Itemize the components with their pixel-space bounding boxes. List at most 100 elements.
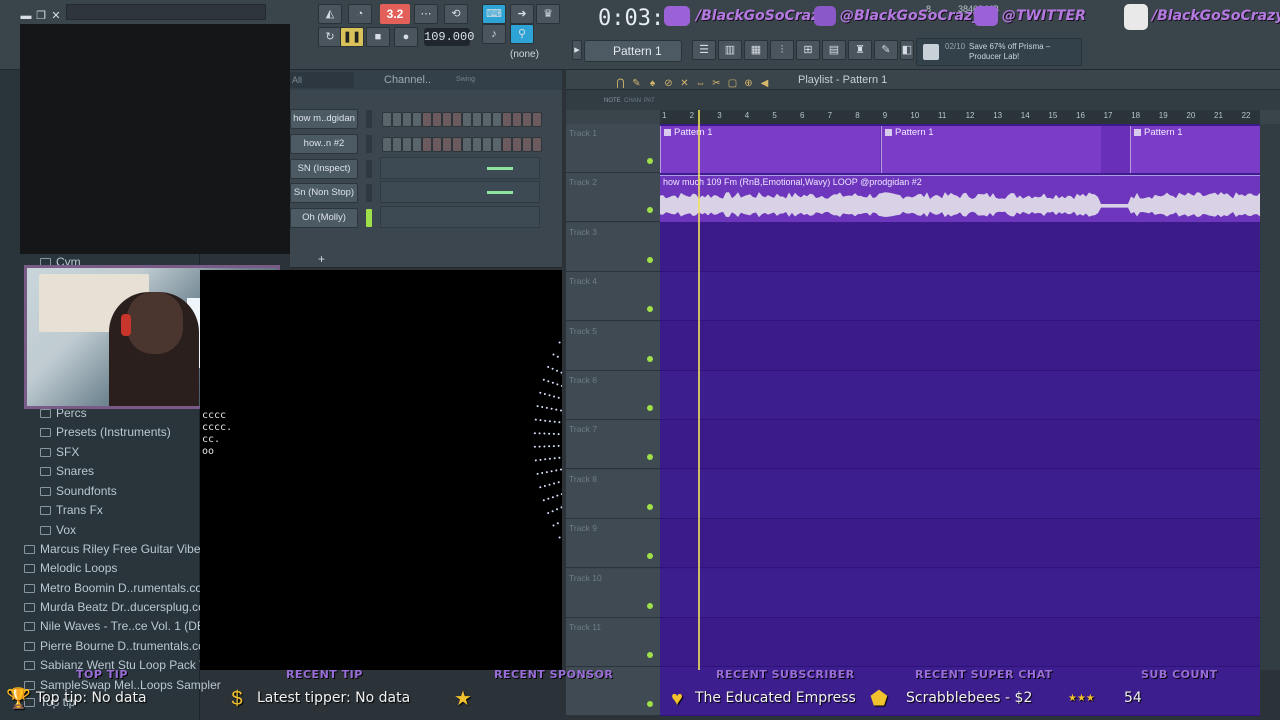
step-button[interactable] bbox=[442, 112, 452, 127]
track-header[interactable]: Track 2 bbox=[566, 173, 660, 223]
step-button[interactable] bbox=[422, 137, 432, 152]
step-button[interactable] bbox=[382, 137, 392, 152]
news-panel[interactable]: 02/10 Save 67% off Prisma – Producer Lab… bbox=[916, 38, 1082, 66]
track-lane[interactable] bbox=[660, 322, 1260, 371]
track-mute-led[interactable] bbox=[647, 602, 653, 609]
browser-item[interactable]: Murda Beatz Dr..ducersplug.com) bbox=[24, 600, 219, 618]
browser-item[interactable]: Trans Fx bbox=[40, 503, 103, 521]
step-button[interactable] bbox=[412, 137, 422, 152]
minimize-icon[interactable]: ▬ bbox=[20, 10, 32, 22]
track-lane[interactable] bbox=[660, 568, 1260, 618]
paint-icon[interactable]: ♠ bbox=[646, 77, 659, 90]
pattern-picker[interactable]: Pattern 1 bbox=[584, 40, 682, 62]
step-button[interactable] bbox=[392, 137, 402, 152]
zoom-icon[interactable]: ⊕ bbox=[742, 77, 755, 90]
mute-icon[interactable]: ✕ bbox=[678, 77, 691, 90]
step-button[interactable] bbox=[472, 137, 482, 152]
channel-select-led[interactable] bbox=[366, 135, 372, 153]
arrow-right-icon[interactable]: ▸ bbox=[572, 40, 582, 60]
browser-item[interactable]: Snares bbox=[40, 464, 94, 482]
multilink-icon[interactable]: ♛ bbox=[536, 4, 560, 24]
track-header[interactable]: Track 7 bbox=[566, 420, 660, 470]
loop-record-icon[interactable]: ⟲ bbox=[444, 4, 468, 24]
magnet-icon[interactable]: ⋂ bbox=[614, 77, 627, 90]
stop-button[interactable]: ■ bbox=[366, 27, 390, 47]
online-icon[interactable]: ◧ bbox=[900, 40, 914, 60]
channel-select-led[interactable] bbox=[366, 184, 372, 202]
channel-button[interactable]: Sn (Non Stop) bbox=[290, 183, 358, 203]
step-button[interactable] bbox=[392, 112, 402, 127]
step-button[interactable] bbox=[432, 137, 442, 152]
step-button[interactable] bbox=[402, 137, 412, 152]
channel-button[interactable]: how..n #2 bbox=[290, 134, 358, 154]
browser-item[interactable]: Metro Boomin D..rumentals.com) bbox=[24, 581, 216, 599]
pause-button[interactable]: ❚❚ bbox=[340, 27, 364, 47]
step-button[interactable] bbox=[512, 137, 522, 152]
pattern-song-toggle[interactable]: 3.2 bbox=[380, 4, 410, 24]
track-lane[interactable] bbox=[660, 469, 1260, 519]
step-button[interactable] bbox=[482, 112, 492, 127]
step-button[interactable] bbox=[502, 112, 512, 127]
step-button[interactable] bbox=[462, 137, 472, 152]
pattern-clip[interactable]: Pattern 1 bbox=[881, 126, 1101, 173]
track-lane[interactable] bbox=[660, 223, 1260, 272]
snap-icon[interactable]: ♪ bbox=[482, 24, 506, 44]
select-icon[interactable]: ▢ bbox=[726, 77, 739, 90]
browser-item[interactable]: Vox bbox=[40, 523, 76, 541]
channel-button[interactable]: Oh (Molly) bbox=[290, 208, 358, 228]
song-time-display[interactable]: 0:03:0 bbox=[598, 2, 677, 36]
step-button[interactable] bbox=[532, 137, 542, 152]
step-button[interactable] bbox=[492, 112, 502, 127]
step-button[interactable] bbox=[472, 112, 482, 127]
countdown-icon[interactable]: ⋯ bbox=[414, 4, 438, 24]
playlist-icon[interactable]: ☰ bbox=[692, 40, 716, 60]
record-button[interactable]: ● bbox=[394, 27, 418, 47]
step-button[interactable] bbox=[522, 137, 532, 152]
track-header[interactable]: Track 4 bbox=[566, 272, 660, 322]
browser-item[interactable]: Melodic Loops bbox=[24, 561, 117, 579]
track-header[interactable]: Track 3 bbox=[566, 222, 660, 272]
track-mute-led[interactable] bbox=[647, 207, 653, 214]
track-mute-led[interactable] bbox=[647, 158, 653, 164]
playhead[interactable] bbox=[698, 110, 700, 670]
track-mute-led[interactable] bbox=[647, 652, 653, 658]
vertical-scrollbar[interactable] bbox=[1260, 124, 1280, 670]
track-mute-led[interactable] bbox=[647, 256, 653, 263]
track-mute-led[interactable] bbox=[647, 503, 653, 510]
track-header[interactable]: Track 10 bbox=[566, 568, 660, 618]
step-button[interactable] bbox=[452, 137, 462, 152]
track-lane[interactable] bbox=[660, 618, 1260, 667]
step-button[interactable] bbox=[402, 112, 412, 127]
playback-icon[interactable]: ◀ bbox=[758, 77, 771, 90]
add-channel-button[interactable]: + bbox=[318, 252, 325, 266]
pattern-clip[interactable]: Pattern 1 bbox=[660, 126, 880, 173]
browser-icon[interactable]: ▤ bbox=[822, 40, 846, 60]
step-button[interactable] bbox=[462, 112, 472, 127]
link-icon[interactable]: ⚲ bbox=[510, 24, 534, 44]
channel-select-led[interactable] bbox=[366, 160, 372, 178]
piano-roll-icon[interactable]: ▥ bbox=[718, 40, 742, 60]
track-lane[interactable] bbox=[660, 272, 1260, 322]
delete-icon[interactable]: ⊘ bbox=[662, 77, 675, 90]
browser-item[interactable]: Presets (Instruments) bbox=[40, 425, 171, 443]
mini-piano-roll[interactable] bbox=[380, 206, 540, 228]
track-lane[interactable] bbox=[660, 420, 1260, 470]
slip-icon[interactable]: ⇔ bbox=[694, 77, 707, 90]
track-mute-led[interactable] bbox=[647, 553, 653, 560]
arrangement-area[interactable]: Pattern 1 Pattern 1 Pattern 1 how much 109… bbox=[660, 124, 1260, 717]
step-button[interactable] bbox=[532, 112, 542, 127]
plugin-picker-icon[interactable]: ⊞ bbox=[796, 40, 820, 60]
step-button[interactable] bbox=[442, 137, 452, 152]
restore-icon[interactable]: ❐ bbox=[35, 10, 47, 22]
track-lane[interactable] bbox=[660, 371, 1260, 420]
step-button[interactable] bbox=[432, 112, 442, 127]
swing-knob-label[interactable]: Swing bbox=[456, 70, 475, 90]
tempo-display[interactable]: 109.000 bbox=[424, 28, 474, 46]
record-mode-icon[interactable]: ◔ bbox=[348, 4, 372, 24]
browser-item[interactable]: Soundfonts bbox=[40, 484, 117, 502]
pattern-clip[interactable]: Pattern 1 bbox=[1130, 126, 1260, 173]
pencil-icon[interactable]: ✎ bbox=[630, 77, 643, 90]
mini-piano-roll[interactable] bbox=[380, 181, 540, 203]
close-icon[interactable]: ✕ bbox=[50, 10, 62, 22]
mini-piano-roll[interactable] bbox=[380, 157, 540, 179]
